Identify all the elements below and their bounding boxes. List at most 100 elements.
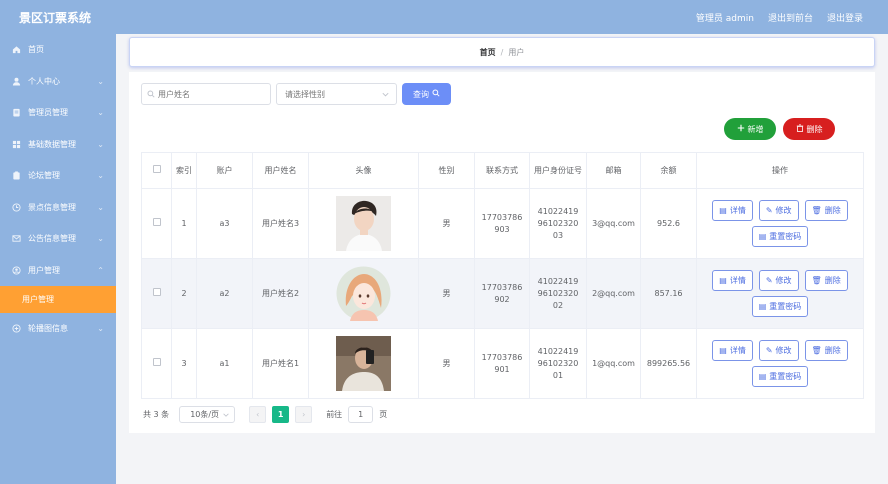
chevron-down-icon	[222, 411, 230, 421]
edit-button[interactable]: ✎ 修改	[758, 340, 799, 361]
row-checkbox[interactable]	[152, 287, 161, 296]
sidebar-item-scenic[interactable]: 景点信息管理 ⌄	[0, 192, 116, 224]
exit-to-front-link[interactable]: 退出到前台	[768, 11, 813, 24]
cell-name: 用户姓名2	[252, 258, 309, 329]
row-checkbox[interactable]	[152, 217, 161, 226]
column-header: 邮箱	[586, 152, 641, 189]
sidebar-item-carousel[interactable]: 轮播图信息 ⌄	[0, 313, 116, 345]
detail-label: 详情	[729, 346, 746, 355]
page-size-select[interactable]: 10条/页	[179, 406, 236, 423]
delete-label: 删除	[824, 346, 841, 355]
mail-icon	[12, 234, 21, 243]
cell-balance: 899265.56	[640, 328, 697, 399]
select-all-checkbox[interactable]	[152, 164, 161, 173]
chevron-down-icon: ⌄	[97, 108, 104, 117]
edit-label: 修改	[775, 346, 792, 355]
reset-label: 重置密码	[769, 232, 802, 241]
cell-avatar	[308, 328, 419, 399]
sidebar-item-label: 用户管理	[28, 265, 60, 275]
column-header: 头像	[308, 152, 419, 189]
detail-icon: ▤	[719, 206, 727, 215]
sidebar-item-profile[interactable]: 个人中心 ⌄	[0, 66, 116, 98]
sidebar-item-label: 首页	[28, 45, 44, 55]
column-header: 索引	[171, 152, 197, 189]
table-row: 2 a2 用户姓名2 男 17703786902 410224199610232…	[141, 258, 864, 329]
row-select-cell	[141, 328, 172, 399]
logout-link[interactable]: 退出登录	[827, 11, 863, 24]
column-header: 用户姓名	[252, 152, 309, 189]
delete-label: 删除	[806, 124, 823, 134]
sidebar-item-label: 个人中心	[28, 76, 60, 86]
cell-index: 3	[171, 328, 197, 399]
chevron-down-icon: ⌄	[97, 76, 104, 86]
delete-button[interactable]: 🗑 删除	[804, 340, 848, 361]
reset-password-button[interactable]: ▤ 重置密码	[751, 366, 809, 387]
table-header-row: 索引 账户 用户姓名 头像 性别 联系方式 用户身份证号 邮箱 余额 操作	[141, 152, 864, 189]
detail-icon: ▤	[719, 276, 727, 285]
reset-password-button[interactable]: ▤ 重置密码	[751, 296, 809, 317]
sidebar-item-label: 轮播图信息	[28, 324, 68, 334]
reset-label: 重置密码	[769, 372, 802, 381]
detail-button[interactable]: ▤ 详情	[712, 200, 753, 221]
avatar	[336, 266, 391, 321]
delete-button[interactable]: 🗑 删除	[804, 270, 848, 291]
table-row: 3 a1 用户姓名1 男 17703786901 410224199610232…	[141, 328, 864, 399]
batch-delete-button[interactable]: 删除	[783, 118, 835, 140]
cell-balance: 952.6	[640, 188, 697, 259]
sidebar-item-forum[interactable]: 论坛管理 ⌄	[0, 160, 116, 192]
cell-balance: 857.16	[640, 258, 697, 329]
delete-label: 删除	[824, 276, 841, 285]
add-button[interactable]: 新增	[724, 118, 776, 140]
search-icon	[147, 90, 155, 100]
prev-page-button[interactable]: ‹	[249, 406, 267, 423]
doc-icon: ▤	[758, 232, 767, 241]
sidebar-item-basic-data[interactable]: 基础数据管理 ⌄	[0, 129, 116, 161]
breadcrumb: 首页 / 用户	[129, 37, 875, 67]
sidebar-item-admin[interactable]: 管理员管理 ⌄	[0, 97, 116, 129]
gender-select[interactable]	[276, 83, 397, 105]
sidebar-subitem-user-manage[interactable]: 用户管理	[0, 286, 116, 313]
gender-select-input[interactable]	[277, 84, 396, 104]
page-size-value: 10条/页	[190, 410, 220, 419]
cell-name: 用户姓名1	[252, 328, 309, 399]
sidebar-item-home[interactable]: 首页	[0, 34, 116, 66]
avatar	[336, 336, 391, 391]
chevron-down-icon: ⌄	[97, 139, 104, 149]
cell-id-card: 410224199610232003	[529, 188, 587, 259]
breadcrumb-current: 用户	[508, 47, 525, 57]
cell-index: 1	[171, 188, 197, 259]
detail-icon: ▤	[719, 346, 727, 355]
search-field[interactable]	[141, 83, 271, 105]
doc-icon: ▤	[758, 302, 767, 311]
row-select-cell	[141, 188, 172, 259]
total-count: 共 3 条	[143, 410, 170, 419]
row-checkbox[interactable]	[152, 357, 161, 366]
cell-avatar	[308, 188, 419, 259]
detail-label: 详情	[729, 276, 746, 285]
edit-button[interactable]: ✎ 修改	[758, 270, 799, 291]
page-number-current[interactable]: 1	[272, 406, 290, 423]
cell-id-card: 410224199610232002	[529, 258, 587, 329]
delete-button[interactable]: 🗑 删除	[804, 200, 848, 221]
breadcrumb-home[interactable]: 首页	[480, 47, 496, 58]
query-button[interactable]: 查询	[402, 83, 451, 105]
cell-account: a1	[196, 328, 253, 399]
detail-button[interactable]: ▤ 详情	[712, 340, 753, 361]
sidebar-item-label: 管理员管理	[28, 108, 68, 118]
chevron-down-icon: ⌄	[97, 324, 104, 333]
column-header: 操作	[696, 152, 864, 189]
avatar	[336, 196, 391, 251]
cell-index: 2	[171, 258, 197, 329]
edit-icon: ✎	[765, 346, 773, 355]
search-input[interactable]	[142, 84, 270, 104]
sidebar-item-notice[interactable]: 公告信息管理 ⌄	[0, 223, 116, 255]
goto-page-input[interactable]: 1	[348, 406, 374, 423]
main-panel: 查询 新增 删除 索引 账户 用户姓名 头像 性别 联系方式 用户身份证号 邮箱…	[129, 72, 875, 433]
edit-button[interactable]: ✎ 修改	[758, 200, 799, 221]
reset-password-button[interactable]: ▤ 重置密码	[751, 226, 809, 247]
next-page-button[interactable]: ›	[295, 406, 313, 423]
chevron-up-icon: ⌃	[97, 265, 104, 275]
detail-button[interactable]: ▤ 详情	[712, 270, 753, 291]
search-icon	[432, 89, 440, 99]
sidebar-item-users[interactable]: 用户管理 ⌃	[0, 255, 116, 287]
